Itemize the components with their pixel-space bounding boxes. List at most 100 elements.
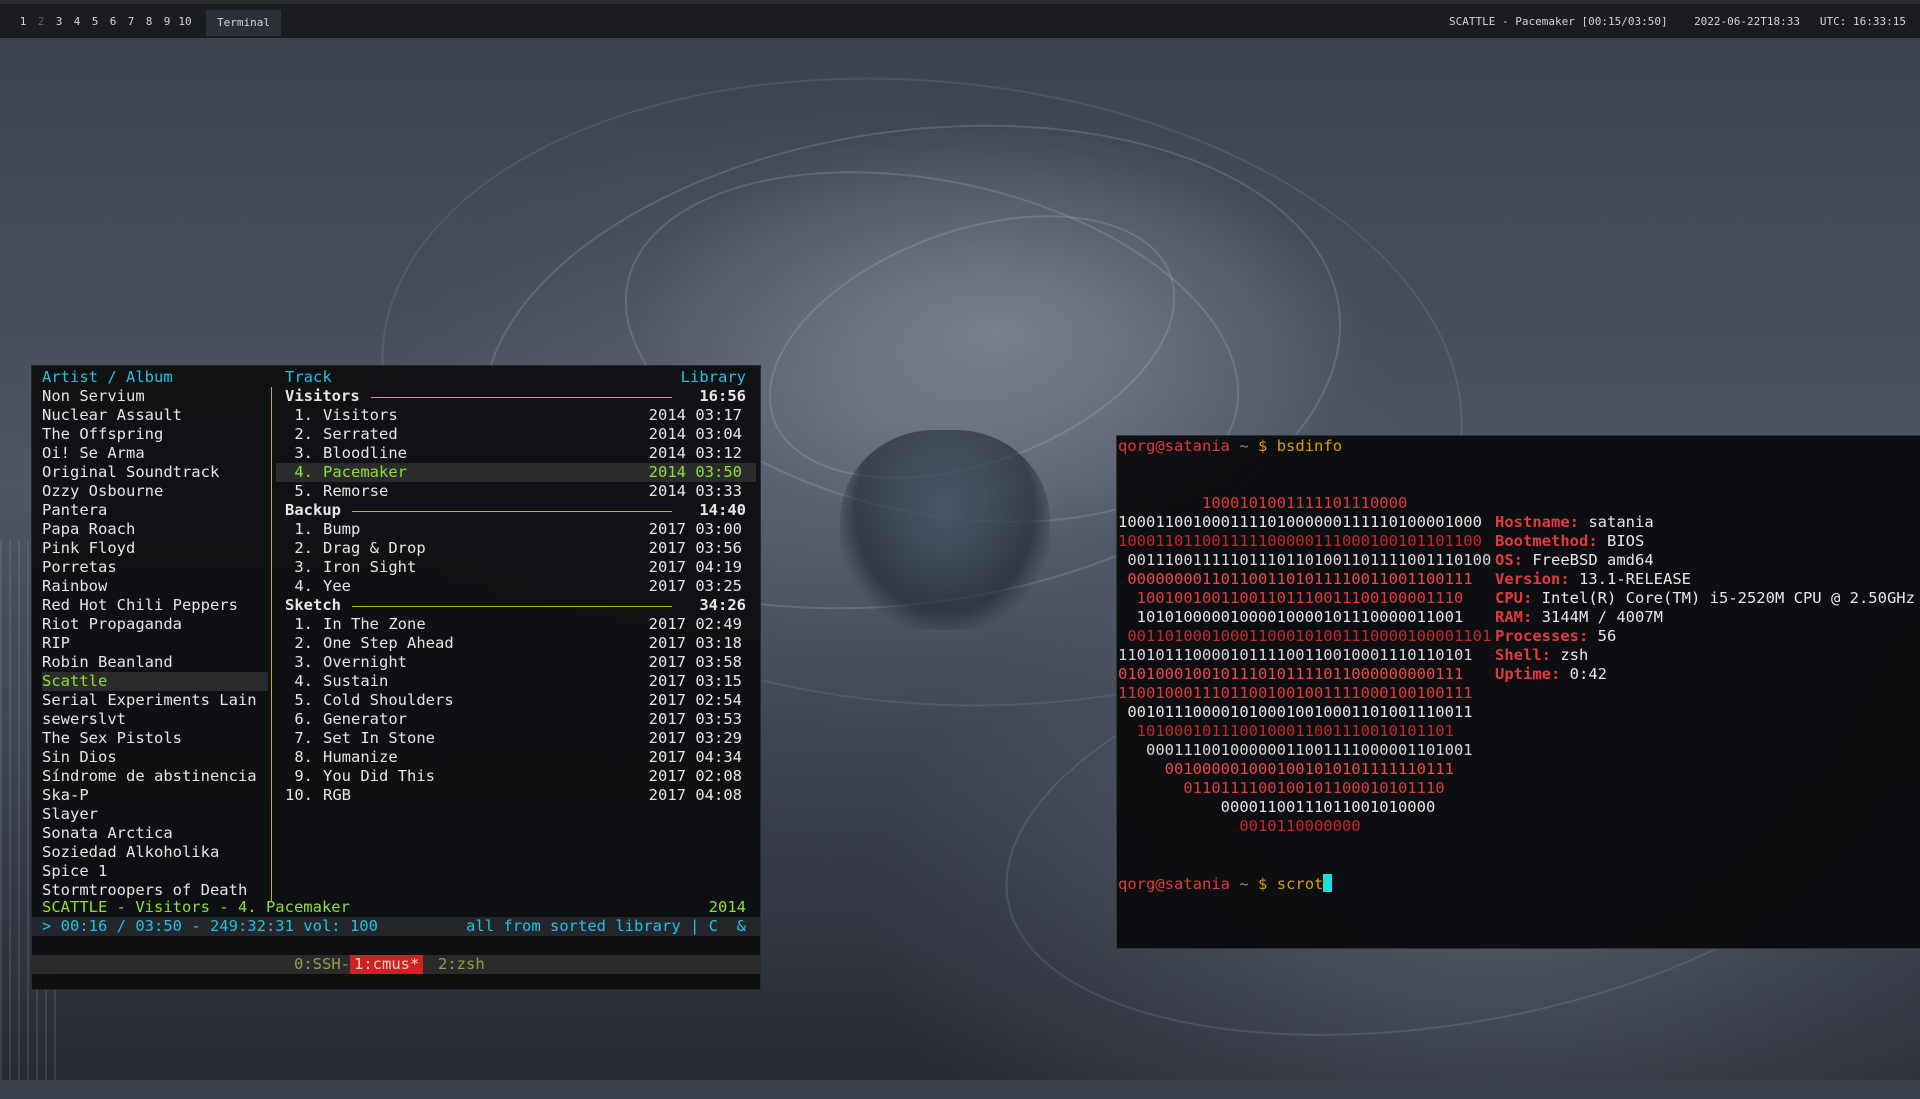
status-bar: > 00:16 / 03:50 - 249:32:31 vol: 100 all… xyxy=(32,917,760,936)
sysinfo-value: 56 xyxy=(1597,627,1617,645)
track-row[interactable]: 4. Yee 2017 03:25 xyxy=(276,577,756,596)
tmux-tab[interactable]: 1:cmus* xyxy=(350,955,424,974)
logo-line: 00001100111011001010000 xyxy=(1118,798,1436,816)
track-number: 7. xyxy=(285,729,313,747)
artist-item[interactable]: Riot Propaganda xyxy=(42,615,268,634)
track-year: 2017 xyxy=(648,786,686,804)
artist-item[interactable]: Pantera xyxy=(42,501,268,520)
track-header: Track xyxy=(285,368,332,386)
track-row[interactable]: 8. Humanize 2017 04:34 xyxy=(276,748,756,767)
artist-item[interactable]: Robin Beanland xyxy=(42,653,268,672)
artist-item[interactable]: Oi! Se Arma xyxy=(42,444,268,463)
prompt-path-2: ~ xyxy=(1239,875,1249,893)
artist-item[interactable]: Sin Dios xyxy=(42,748,268,767)
track-row[interactable]: 10. RGB 2017 04:08 xyxy=(276,786,756,805)
workspace-8[interactable]: 8 xyxy=(140,15,158,28)
logo-line: 1010001011100100011001110010101101 xyxy=(1118,722,1454,740)
artist-item[interactable]: Rainbow xyxy=(42,577,268,596)
artist-item[interactable]: Red Hot Chili Peppers xyxy=(42,596,268,615)
track-row[interactable]: 6. Generator 2017 03:53 xyxy=(276,710,756,729)
sysinfo-value: 3144M / 4007M xyxy=(1541,608,1663,626)
track-row[interactable]: 1. In The Zone 2017 02:49 xyxy=(276,615,756,634)
tmux-tab[interactable]: 0:SSH- xyxy=(290,955,354,974)
track-row[interactable]: 3. Iron Sight 2017 04:19 xyxy=(276,558,756,577)
track-title: Drag & Drop xyxy=(323,539,426,557)
artist-item[interactable]: Sonata Arctica xyxy=(42,824,268,843)
track-row[interactable]: 5. Remorse 2014 03:33 xyxy=(276,482,756,501)
prompt-line-2[interactable]: qorg@satania ~ $ scrot xyxy=(1118,874,1333,893)
sysinfo-key: Processes: xyxy=(1495,627,1589,645)
track-row[interactable]: 5. Cold Shoulders 2017 02:54 xyxy=(276,691,756,710)
artist-item[interactable]: The Offspring xyxy=(42,425,268,444)
workspace-1[interactable]: 1 xyxy=(14,15,32,28)
logo-line: 0101000100101110101111011000000000111 xyxy=(1118,665,1464,683)
artist-item[interactable]: RIP xyxy=(42,634,268,653)
sysinfo-key: Uptime: xyxy=(1495,665,1561,683)
artist-item[interactable]: Soziedad Alkoholika xyxy=(42,843,268,862)
workspace-2[interactable]: 2 xyxy=(32,15,50,28)
artist-item[interactable]: Papa Roach xyxy=(42,520,268,539)
track-row[interactable]: 4. Pacemaker 2014 03:50 xyxy=(276,463,756,482)
workspace-10[interactable]: 10 xyxy=(176,15,194,28)
cmus-window[interactable]: Artist / Album Track Library Non Servium… xyxy=(31,365,761,990)
artist-item[interactable]: Slayer xyxy=(42,805,268,824)
track-row[interactable]: 9. You Did This 2017 02:08 xyxy=(276,767,756,786)
sysinfo-key: Bootmethod: xyxy=(1495,532,1598,550)
prompt-sign-2: $ xyxy=(1258,875,1268,893)
track-row[interactable]: 1. Bump 2017 03:00 xyxy=(276,520,756,539)
workspace-5[interactable]: 5 xyxy=(86,15,104,28)
track-row[interactable]: 2. One Step Ahead 2017 03:18 xyxy=(276,634,756,653)
artist-item[interactable]: Non Servium xyxy=(42,387,268,406)
workspace-7[interactable]: 7 xyxy=(122,15,140,28)
track-duration: 02:49 xyxy=(695,615,742,633)
active-window-title[interactable]: Terminal xyxy=(206,10,281,36)
logo-line: 11010111000010111100110010001110110101 xyxy=(1118,646,1473,664)
album-header[interactable]: Sketch xyxy=(285,596,341,615)
prompt-user: qorg@satania xyxy=(1118,437,1230,455)
logo-line: 001101000100011000101001110000100001101 xyxy=(1118,627,1492,645)
artist-item[interactable]: The Sex Pistols xyxy=(42,729,268,748)
workspace-9[interactable]: 9 xyxy=(158,15,176,28)
track-number: 4. xyxy=(285,463,313,481)
track-title: You Did This xyxy=(323,767,435,785)
track-row[interactable]: 3. Bloodline 2014 03:12 xyxy=(276,444,756,463)
artist-item[interactable]: Scattle xyxy=(42,672,268,691)
track-row[interactable]: 3. Overnight 2017 03:58 xyxy=(276,653,756,672)
artist-item[interactable]: Ozzy Osbourne xyxy=(42,482,268,501)
artist-item[interactable]: Serial Experiments Lain xyxy=(42,691,268,710)
track-number: 1. xyxy=(285,520,313,538)
album-header[interactable]: Visitors xyxy=(285,387,360,406)
track-row[interactable]: 2. Serrated 2014 03:04 xyxy=(276,425,756,444)
track-duration: 03:17 xyxy=(695,406,742,424)
artist-item[interactable]: Pink Floyd xyxy=(42,539,268,558)
album-header[interactable]: Backup xyxy=(285,501,341,520)
track-duration: 02:54 xyxy=(695,691,742,709)
track-title: Serrated xyxy=(323,425,398,443)
track-duration: 03:25 xyxy=(695,577,742,595)
sysinfo-row: Processes: 56 xyxy=(1495,627,1616,646)
track-row[interactable]: 2. Drag & Drop 2017 03:56 xyxy=(276,539,756,558)
artist-item[interactable]: Spice 1 xyxy=(42,862,268,881)
workspace-6[interactable]: 6 xyxy=(104,15,122,28)
artist-item[interactable]: Nuclear Assault xyxy=(42,406,268,425)
workspace-3[interactable]: 3 xyxy=(50,15,68,28)
track-title: Visitors xyxy=(323,406,398,424)
artist-album-header: Artist / Album xyxy=(42,368,173,386)
sysinfo-value: satania xyxy=(1588,513,1654,531)
logo-line: 100011011001111100000111000100101101100 xyxy=(1118,532,1482,550)
track-year: 2017 xyxy=(648,672,686,690)
artist-item[interactable]: Original Soundtrack xyxy=(42,463,268,482)
tmux-tab[interactable]: 2:zsh xyxy=(434,955,489,974)
workspace-list: 1 2 3 4 5 6 7 8 9 10 xyxy=(14,15,194,28)
track-row[interactable]: 4. Sustain 2017 03:15 xyxy=(276,672,756,691)
workspace-4[interactable]: 4 xyxy=(68,15,86,28)
artist-item[interactable]: Síndrome de abstinencia xyxy=(42,767,268,786)
track-row[interactable]: 7. Set In Stone 2017 03:29 xyxy=(276,729,756,748)
artist-item[interactable]: sewerslvt xyxy=(42,710,268,729)
prompt-user-2: qorg@satania xyxy=(1118,875,1230,893)
artist-item[interactable]: Ska-P xyxy=(42,786,268,805)
terminal-window[interactable]: qorg@satania ~ $ bsdinfo 100010100111110… xyxy=(1116,435,1920,949)
logo-line: 0010111000010100010010001101001110011 xyxy=(1118,703,1473,721)
track-row[interactable]: 1. Visitors 2014 03:17 xyxy=(276,406,756,425)
artist-item[interactable]: Porretas xyxy=(42,558,268,577)
